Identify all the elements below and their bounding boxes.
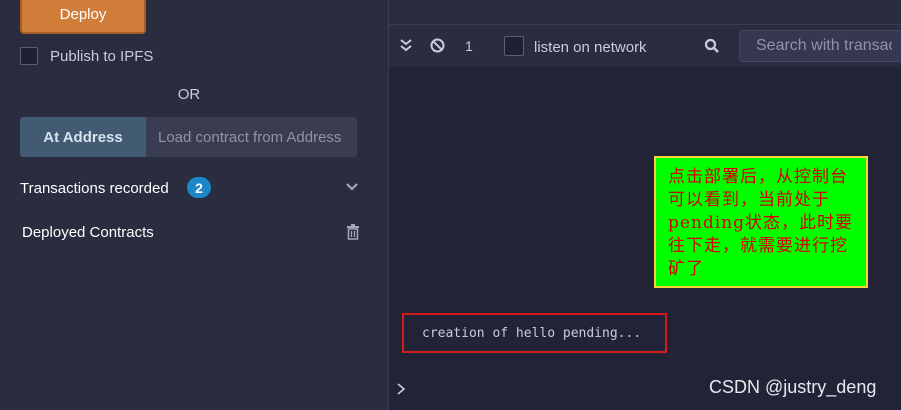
deploy-button[interactable]: Deploy [20, 0, 146, 34]
trash-icon[interactable] [346, 224, 360, 240]
transaction-search-input[interactable] [739, 30, 901, 62]
chevron-down-icon[interactable] [344, 180, 360, 194]
or-divider: OR [177, 86, 201, 103]
collapse-terminal-icon[interactable] [399, 38, 413, 52]
deployed-contracts-label: Deployed Contracts [22, 224, 154, 241]
transactions-count-badge: 2 [187, 177, 211, 198]
log-line-text: creation of hello pending... [422, 325, 642, 341]
publish-ipfs-checkbox[interactable] [20, 47, 38, 65]
transactions-recorded-label[interactable]: Transactions recorded [20, 180, 169, 197]
clear-console-icon[interactable] [430, 38, 445, 53]
annotation-note: 点击部署后，从控制台可以看到，当前处于pending状态，此时要往下走，就需要进… [654, 156, 868, 288]
publish-ipfs-label: Publish to IPFS [50, 48, 154, 65]
editor-tab-bar [389, 0, 901, 25]
listen-network-checkbox[interactable] [504, 36, 524, 56]
at-address-button[interactable]: At Address [20, 117, 146, 157]
listen-network-label: listen on network [534, 39, 647, 56]
address-input[interactable] [146, 117, 357, 157]
deploy-panel: Deploy Publish to IPFS OR At Address Tra… [0, 0, 389, 410]
pending-transactions-count: 1 [465, 38, 473, 54]
log-line-highlighted: creation of hello pending... [402, 313, 667, 353]
chevron-right-icon[interactable] [396, 382, 406, 396]
watermark: CSDN @justry_deng [709, 377, 877, 397]
search-icon [704, 38, 719, 53]
